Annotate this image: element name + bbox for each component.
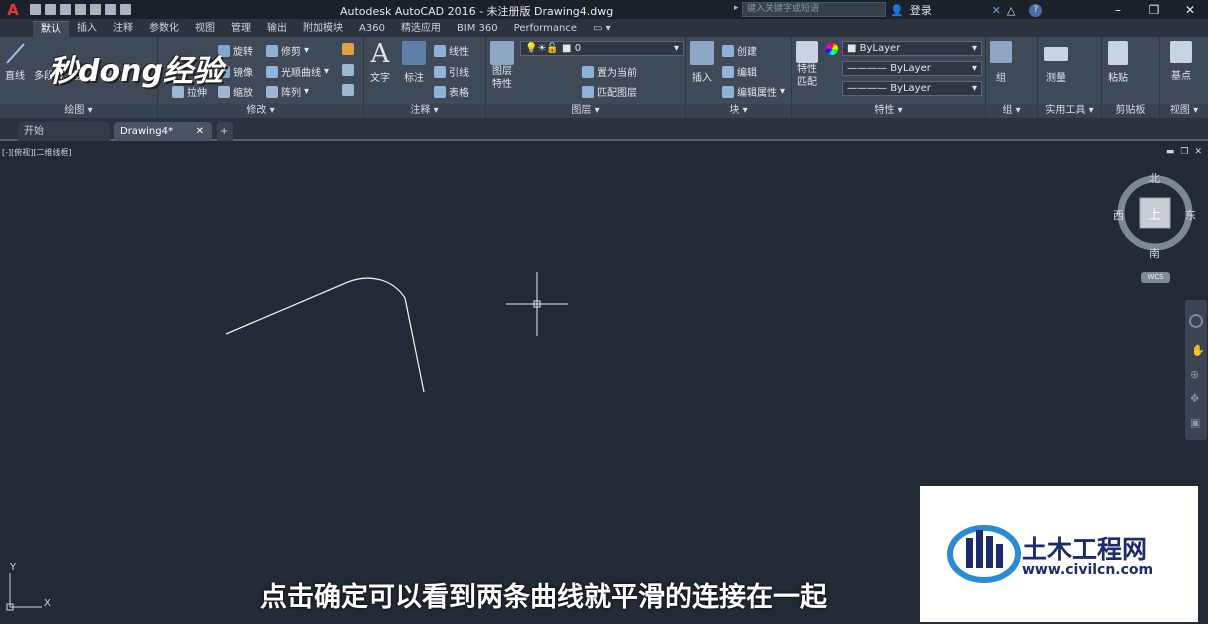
viewcube-top-face[interactable]: 上	[1148, 204, 1161, 223]
steering-wheel-icon[interactable]	[1189, 314, 1203, 328]
wcs-menu[interactable]: WCS	[1141, 272, 1170, 283]
orbit-icon[interactable]: ✥	[1190, 392, 1199, 405]
compass-south[interactable]: 南	[1149, 245, 1160, 261]
compass-north[interactable]: 北	[1149, 170, 1160, 186]
compass-west[interactable]: 西	[1113, 207, 1124, 223]
compass-east[interactable]: 东	[1185, 207, 1196, 223]
ucs-x-label: X	[44, 598, 51, 609]
pan-icon[interactable]: ✋	[1191, 344, 1205, 357]
navigation-bar: ✋ ⊕ ✥ ▣	[1185, 300, 1207, 440]
zoom-icon[interactable]: ⊕	[1190, 368, 1199, 381]
ucs-y-label: Y	[10, 562, 17, 573]
site-logo-box: 土木工程网 www.civilcn.com	[920, 486, 1198, 622]
blended-curve	[225, 277, 425, 393]
viewcube[interactable]: 北 南 西 东 上	[1113, 170, 1196, 261]
civilcn-logo-icon	[947, 525, 1021, 583]
crosshair-cursor	[506, 272, 568, 336]
logo-site-name: 土木工程网	[1022, 535, 1148, 564]
showmotion-icon[interactable]: ▣	[1190, 416, 1200, 429]
video-subtitle: 点击确定可以看到两条曲线就平滑的连接在一起	[260, 582, 827, 613]
logo-site-url: www.civilcn.com	[1022, 562, 1154, 578]
